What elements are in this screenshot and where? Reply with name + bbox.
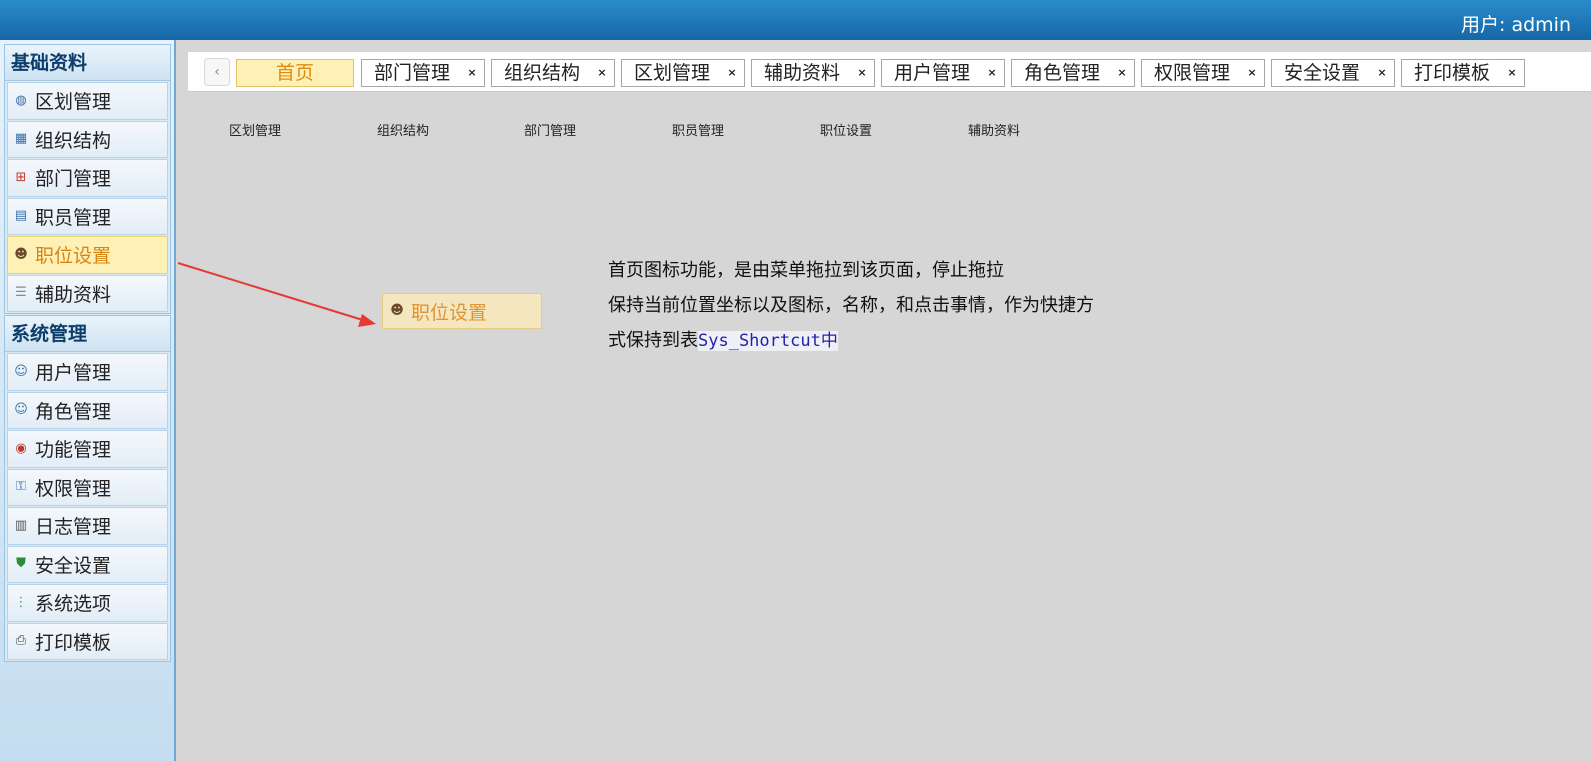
note-line: 保持当前位置坐标以及图标，名称，和点击事情，作为快捷方	[608, 295, 1094, 316]
close-icon[interactable]: ×	[596, 67, 608, 79]
sidebar-item-label: 区划管理	[35, 91, 112, 114]
person-icon: ☻	[14, 246, 28, 262]
person-icon: ☻	[390, 303, 404, 318]
module-icon: ◉	[15, 440, 27, 456]
sidebar-item-label: 用户管理	[35, 362, 112, 385]
tab-organization[interactable]: 组织结构 ×	[491, 59, 615, 87]
sidebar-item-organization[interactable]: ▦ 组织结构	[7, 120, 168, 158]
tab-department[interactable]: 部门管理 ×	[361, 59, 485, 87]
tab-security[interactable]: 安全设置 ×	[1271, 59, 1395, 87]
sidebar-item-label: 职员管理	[35, 206, 112, 229]
dragged-shortcut-position[interactable]: ☻ 职位设置	[382, 293, 542, 329]
sidebar-item-label: 辅助资料	[35, 283, 112, 306]
close-icon[interactable]: ×	[856, 67, 868, 79]
sidebar-item-label: 部门管理	[35, 168, 112, 191]
sidebar-item-roles[interactable]: ☺ 角色管理	[7, 391, 168, 429]
sidebar-item-label: 职位设置	[35, 245, 112, 268]
tab-label: 首页	[275, 62, 314, 84]
shield-icon: ⛊	[16, 556, 26, 572]
close-icon[interactable]: ×	[1246, 67, 1258, 79]
printer-icon: ⎙	[15, 633, 27, 649]
sidebar-item-functions[interactable]: ◉ 功能管理	[7, 430, 168, 468]
tab-scroll-left-button[interactable]: ‹	[204, 58, 230, 86]
tab-print-template[interactable]: 打印模板 ×	[1401, 59, 1525, 87]
key-icon: ⚿	[16, 479, 26, 495]
tab-label: 安全设置	[1284, 62, 1361, 84]
note-line: 式保持到表Sys_Shortcut中	[608, 323, 1168, 359]
sidebar: 基础资料 ◍ 区划管理 ▦ 组织结构 ⊞ 部门管理 ▤ 职员管理 ☻ 职位设置 ☰ 辅助资料…	[0, 40, 176, 761]
tab-home[interactable]: 首页	[236, 59, 354, 87]
sidebar-item-auxiliary[interactable]: ☰ 辅助资料	[7, 274, 168, 312]
id-card-icon: ▤	[14, 208, 28, 224]
sidebar-item-label: 系统选项	[35, 593, 112, 616]
tab-label: 打印模板	[1414, 62, 1491, 84]
close-icon[interactable]: ×	[986, 67, 998, 79]
tab-bar: ‹ 首页 部门管理 × 组织结构 × 区划管理 × 辅助资料 × 用户管理 × …	[188, 52, 1591, 92]
sidebar-item-security[interactable]: ⛊ 安全设置	[7, 545, 168, 583]
shortcut-organization[interactable]: 组织结构	[377, 120, 429, 139]
table-name-code: Sys_Shortcut中	[698, 331, 838, 351]
tab-label: 权限管理	[1154, 62, 1231, 84]
close-icon[interactable]: ×	[1506, 67, 1518, 79]
shortcut-auxiliary[interactable]: 辅助资料	[968, 120, 1020, 139]
tab-label: 用户管理	[894, 62, 971, 84]
sidebar-item-print-template[interactable]: ⎙ 打印模板	[7, 622, 168, 660]
tab-region[interactable]: 区划管理 ×	[621, 59, 745, 87]
sidebar-item-department[interactable]: ⊞ 部门管理	[7, 159, 168, 197]
globe-icon: ◍	[15, 92, 27, 108]
sidebar-group-title[interactable]: 系统管理	[5, 316, 170, 352]
list-icon: ☰	[15, 285, 27, 301]
shortcut-staff[interactable]: 职员管理	[672, 120, 724, 139]
tab-auxiliary[interactable]: 辅助资料 ×	[751, 59, 875, 87]
sidebar-item-permissions[interactable]: ⚿ 权限管理	[7, 468, 168, 506]
shortcut-region[interactable]: 区划管理	[229, 120, 281, 139]
sidebar-item-label: 权限管理	[35, 477, 112, 500]
sidebar-item-staff[interactable]: ▤ 职员管理	[7, 197, 168, 235]
close-icon[interactable]: ×	[466, 67, 478, 79]
close-icon[interactable]: ×	[1116, 67, 1128, 79]
users-icon: ☺	[14, 402, 28, 418]
sidebar-item-options[interactable]: ⋮ 系统选项	[7, 584, 168, 622]
user-label: 用户: admin	[1461, 14, 1571, 36]
tab-label: 组织结构	[504, 62, 581, 84]
sidebar-item-label: 功能管理	[35, 439, 112, 462]
sidebar-group-basic: 基础资料 ◍ 区划管理 ▦ 组织结构 ⊞ 部门管理 ▤ 职员管理 ☻ 职位设置 ☰ 辅助资料	[4, 44, 171, 314]
log-icon: ▥	[14, 517, 28, 533]
shortcut-position[interactable]: 职位设置	[820, 120, 872, 139]
sidebar-item-label: 安全设置	[35, 554, 112, 577]
home-content: 区划管理 组织结构 部门管理 职员管理 职位设置 辅助资料 ☻ 职位设置 首页图…	[188, 93, 1591, 761]
tab-roles[interactable]: 角色管理 ×	[1011, 59, 1135, 87]
tab-users[interactable]: 用户管理 ×	[881, 59, 1005, 87]
tab-label: 角色管理	[1024, 62, 1101, 84]
tab-label: 部门管理	[374, 62, 451, 84]
tab-label: 辅助资料	[764, 62, 841, 84]
options-icon: ⋮	[14, 594, 28, 610]
sidebar-group-system: 系统管理 ☺ 用户管理 ☺ 角色管理 ◉ 功能管理 ⚿ 权限管理 ▥ 日志管理 ⛊ 安全设置…	[4, 315, 171, 662]
close-icon[interactable]: ×	[1376, 67, 1388, 79]
org-icon: ▦	[14, 131, 28, 147]
sidebar-item-position[interactable]: ☻ 职位设置	[7, 236, 168, 274]
sidebar-item-region[interactable]: ◍ 区划管理	[7, 82, 168, 120]
sidebar-item-logs[interactable]: ▥ 日志管理	[7, 507, 168, 545]
sidebar-item-label: 组织结构	[35, 129, 112, 152]
shortcut-department[interactable]: 部门管理	[524, 120, 576, 139]
sidebar-item-label: 日志管理	[35, 516, 112, 539]
sidebar-item-label: 打印模板	[35, 631, 112, 654]
close-icon[interactable]: ×	[726, 67, 738, 79]
tab-permissions[interactable]: 权限管理 ×	[1141, 59, 1265, 87]
top-bar: 用户: admin	[0, 0, 1591, 40]
note-line: 首页图标功能，是由菜单拖拉到该页面，停止拖拉	[608, 260, 1004, 281]
sidebar-group-title[interactable]: 基础资料	[5, 45, 170, 81]
note-text: 式保持到表	[608, 330, 698, 351]
sidebar-item-users[interactable]: ☺ 用户管理	[7, 353, 168, 391]
user-icon: ☺	[14, 363, 28, 379]
explanation-note: 首页图标功能，是由菜单拖拉到该页面，停止拖拉 保持当前位置坐标以及图标，名称，和…	[608, 253, 1168, 359]
dragged-shortcut-label: 职位设置	[411, 301, 488, 324]
tab-label: 区划管理	[634, 62, 711, 84]
sidebar-item-label: 角色管理	[35, 400, 112, 423]
hierarchy-icon: ⊞	[15, 169, 27, 185]
